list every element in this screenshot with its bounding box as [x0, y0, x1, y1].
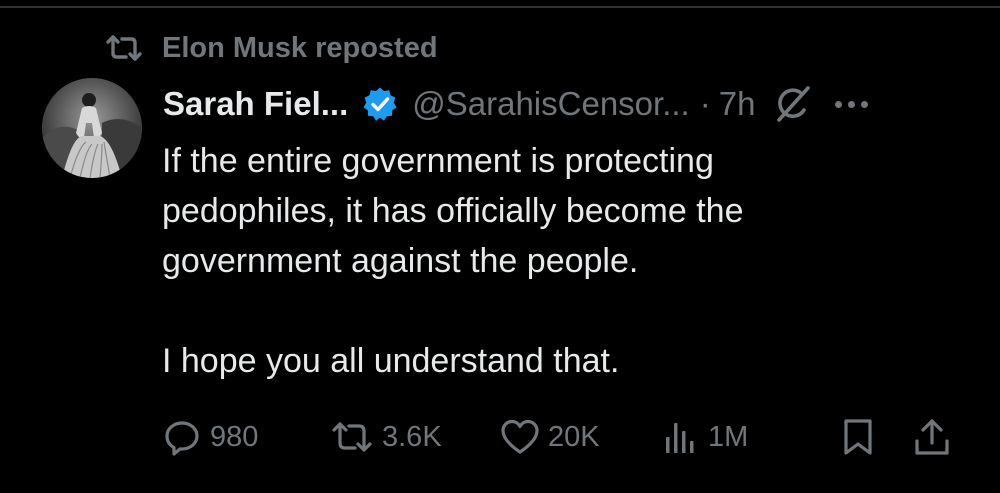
more-icon[interactable] — [835, 94, 875, 114]
more-dot — [861, 100, 869, 108]
grok-icon[interactable] — [773, 84, 813, 124]
like-count: 20K — [548, 420, 600, 453]
verified-badge-icon[interactable] — [362, 86, 398, 122]
share-button[interactable] — [912, 412, 952, 462]
more-dot — [835, 100, 843, 108]
views-icon — [660, 417, 700, 457]
action-bar: 980 3.6K 20K 1M — [0, 412, 1000, 462]
repost-count: 3.6K — [382, 420, 442, 453]
repost-context[interactable]: Elon Musk reposted — [104, 30, 438, 66]
author-handle[interactable]: @SarahisCensor... — [412, 85, 689, 123]
post-timestamp[interactable]: 7h — [719, 85, 756, 123]
share-icon — [912, 417, 952, 457]
like-button[interactable]: 20K — [500, 412, 600, 462]
repost-icon — [104, 33, 144, 63]
post-text: If the entire government is protecting p… — [162, 142, 744, 380]
reply-icon — [162, 417, 202, 457]
more-dot — [848, 100, 856, 108]
reply-count: 980 — [210, 420, 259, 453]
repost-button[interactable]: 3.6K — [330, 412, 442, 462]
header-separator: · — [699, 85, 711, 122]
repost-icon — [330, 419, 374, 455]
bookmark-icon — [840, 417, 876, 457]
views-button[interactable]: 1M — [660, 412, 748, 462]
views-count: 1M — [708, 420, 749, 453]
post-header: Sarah Fiel... @SarahisCensor... · 7h — [163, 82, 875, 126]
reply-button[interactable]: 980 — [162, 412, 258, 462]
author-display-name[interactable]: Sarah Fiel... — [163, 85, 348, 123]
top-divider — [0, 0, 1000, 8]
bookmark-button[interactable] — [840, 412, 876, 462]
avatar[interactable] — [42, 78, 142, 178]
heart-icon — [500, 418, 540, 456]
repost-label: Elon Musk reposted — [162, 31, 438, 64]
